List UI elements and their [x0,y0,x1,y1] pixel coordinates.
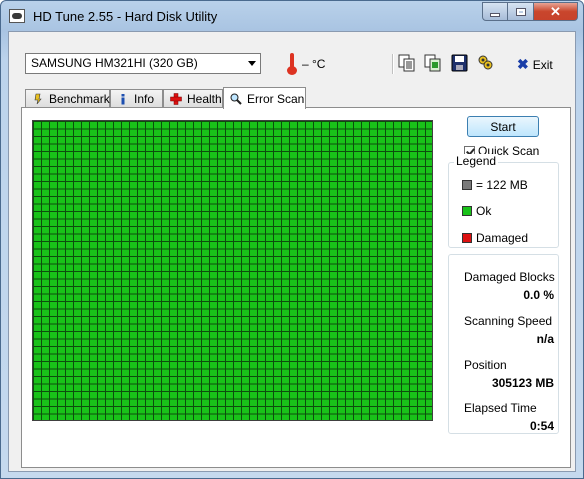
title-bar[interactable]: HD Tune 2.55 - Hard Disk Utility ✕ [1,1,583,31]
scanning-speed-value: n/a [536,332,554,346]
exit-button[interactable]: ✖ Exit [517,56,553,73]
position-label: Position [464,358,507,372]
exit-icon: ✖ [517,56,529,72]
damaged-blocks-value: 0.0 % [523,288,554,302]
close-button[interactable]: ✕ [534,2,578,21]
chevron-down-icon [248,61,256,66]
window-title: HD Tune 2.55 - Hard Disk Utility [33,9,218,24]
maximize-icon [515,7,526,16]
options-icon[interactable] [477,54,494,72]
minimize-button[interactable] [482,2,508,21]
legend-block-size: = 122 MB [462,178,528,192]
block-size-swatch [462,180,472,190]
health-icon [170,93,182,105]
tab-benchmark[interactable]: Benchmark [25,89,110,108]
drive-select[interactable]: SAMSUNG HM321HI (320 GB) [25,53,261,74]
benchmark-icon [32,93,44,105]
elapsed-time-value: 0:54 [529,419,554,433]
copy-screenshot-icon[interactable] [424,54,441,72]
app-window: HD Tune 2.55 - Hard Disk Utility ✕ SAMSU… [0,0,584,479]
info-icon [117,93,129,105]
caption-buttons: ✕ [482,2,578,21]
temperature-readout: – °C [302,57,326,71]
legend-ok-label: Ok [476,204,492,218]
legend-title: Legend [454,154,499,168]
position-value: 305123 MB [491,376,554,390]
legend-damaged-label: Damaged [476,231,529,245]
tab-health[interactable]: Health [163,89,223,108]
tab-info-label: Info [134,92,155,106]
tab-error-scan[interactable]: Error Scan [223,87,306,109]
elapsed-time-label: Elapsed Time [464,401,537,415]
start-button[interactable]: Start [467,116,539,137]
copy-text-icon[interactable] [398,54,415,72]
tab-info[interactable]: Info [110,89,163,108]
tab-health-label: Health [187,92,222,106]
drive-select-value: SAMSUNG HM321HI (320 GB) [31,56,198,70]
maximize-button[interactable] [508,2,534,21]
ok-swatch [462,206,472,216]
thermometer-icon [287,53,297,75]
legend-ok: Ok [462,204,491,218]
minimize-icon [490,12,500,17]
toolbar-separator [392,54,394,74]
tab-error-scan-label: Error Scan [247,91,305,106]
save-icon[interactable] [451,54,468,72]
client-area: SAMSUNG HM321HI (320 GB) – °C ✖ Exit Ben… [8,31,576,472]
damaged-swatch [462,233,472,243]
tab-benchmark-label: Benchmark [49,92,110,106]
error-scan-panel: Start Quick Scan Legend = 122 MB Ok Dama… [21,107,571,468]
scanning-speed-label: Scanning Speed [464,314,553,328]
legend-block-size-label: = 122 MB [476,178,528,192]
scan-block-grid [32,120,433,421]
hdtune-app-icon [9,9,25,23]
damaged-blocks-label: Damaged Blocks [464,270,555,284]
magnifier-icon [230,93,242,105]
legend-damaged: Damaged [462,231,528,245]
start-label: Start [490,119,516,134]
exit-label: Exit [532,57,553,72]
close-icon: ✕ [550,3,561,19]
